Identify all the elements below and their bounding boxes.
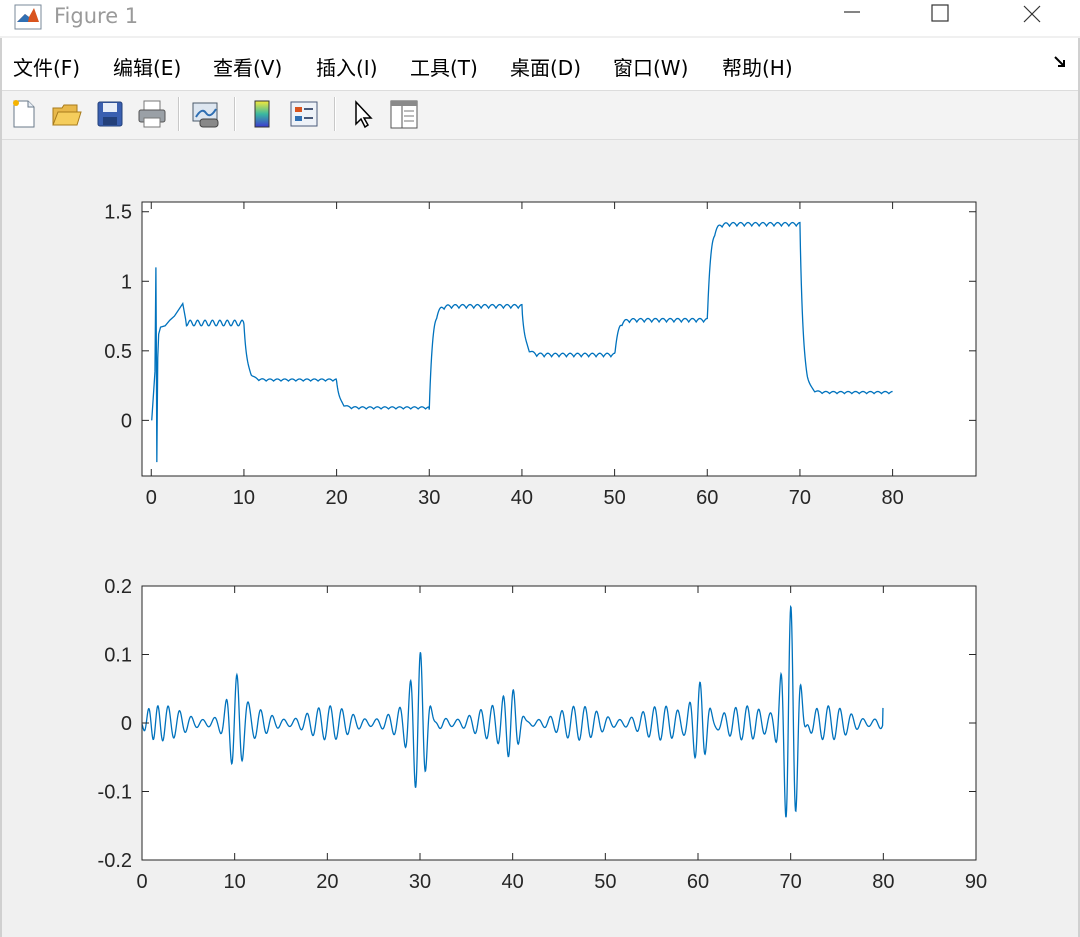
figure-canvas: 0 10 20 30 40 50 60 70 80 0 0.5 1 1.5 0 10 20 30 40 50 60 7… [98, 201, 988, 893]
y-tick-label: 0.1 [104, 645, 132, 667]
y-tick-label: 0 [121, 410, 132, 432]
y-tick-label: 1 [121, 271, 132, 293]
x-tick-label: 70 [789, 487, 811, 509]
axes-bottom[interactable]: 0 10 20 30 40 50 60 70 80 90 -0.2 -0.1 0 0.1 0.2 [98, 576, 988, 893]
x-tick-label: 30 [418, 487, 440, 509]
x-tick-label: 40 [511, 487, 533, 509]
x-tick-label: 50 [594, 871, 616, 893]
x-tick-label: 60 [696, 487, 718, 509]
y-tick-label: 1.5 [104, 202, 132, 224]
y-tick-label: -0.2 [98, 850, 132, 872]
x-tick-label: 0 [146, 487, 157, 509]
x-tick-label: 10 [233, 487, 255, 509]
y-tick-label: 0.2 [104, 576, 132, 598]
x-tick-label: 20 [325, 487, 347, 509]
x-tick-label: 10 [224, 871, 246, 893]
x-tick-label: 40 [502, 871, 524, 893]
x-tick-label: 50 [603, 487, 625, 509]
y-tick-label: -0.1 [98, 782, 132, 804]
x-tick-label: 30 [409, 871, 431, 893]
x-tick-label: 90 [965, 871, 987, 893]
y-tick-label: 0 [121, 713, 132, 735]
axes-top[interactable]: 0 10 20 30 40 50 60 70 80 0 0.5 1 1.5 [104, 201, 977, 509]
x-tick-label: 80 [881, 487, 903, 509]
x-tick-label: 60 [687, 871, 709, 893]
x-tick-label: 0 [136, 871, 147, 893]
plot-area [142, 202, 976, 476]
x-tick-label: 80 [872, 871, 894, 893]
x-tick-label: 20 [316, 871, 338, 893]
x-tick-label: 70 [780, 871, 802, 893]
y-tick-label: 0.5 [104, 341, 132, 363]
